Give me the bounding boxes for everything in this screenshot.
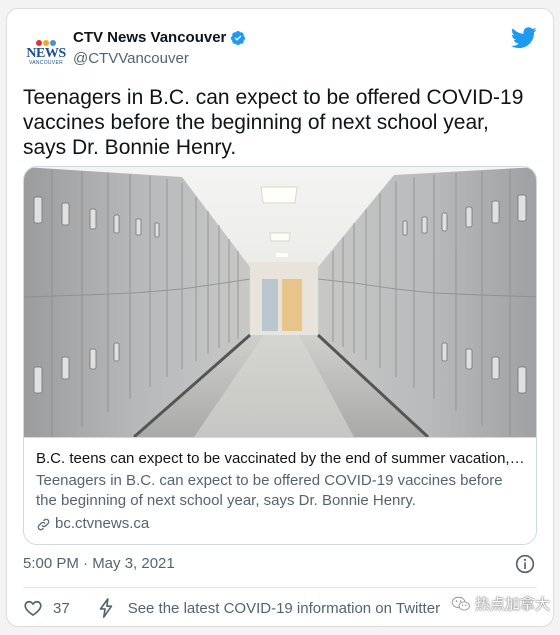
watermark: 热点加拿大 (451, 593, 550, 614)
avatar-logo-word: NEWS (26, 45, 66, 61)
twitter-bird-icon[interactable] (511, 27, 537, 49)
link-domain-row[interactable]: bc.ctvnews.ca (36, 514, 526, 534)
link-preview-card[interactable]: B.C. teens can expect to be vaccinated b… (23, 166, 537, 545)
covid-info-link[interactable]: See the latest COVID-19 information on T… (128, 600, 440, 617)
author-handle[interactable]: @CTVVancouver (73, 50, 246, 67)
info-icon[interactable] (515, 554, 535, 574)
wechat-icon (451, 596, 470, 611)
link-preview-info[interactable]: B.C. teens can expect to be vaccinated b… (24, 437, 536, 544)
link-title[interactable]: B.C. teens can expect to be vaccinated b… (36, 449, 526, 469)
author-name-row[interactable]: CTV News Vancouver (73, 28, 246, 47)
verified-badge-icon (231, 30, 246, 45)
lightning-bolt-icon (99, 598, 112, 618)
avatar[interactable]: NEWS VANCOUVER (25, 31, 67, 73)
tweet-card: NEWS VANCOUVER CTV News Vancouver @CTVVa… (6, 8, 554, 627)
author-info: CTV News Vancouver @CTVVancouver (73, 28, 246, 67)
like-button[interactable]: 37 (23, 598, 70, 618)
like-count: 37 (53, 599, 70, 617)
avatar-logo-sub: VANCOUVER (28, 59, 63, 66)
school-hallway-image[interactable] (24, 167, 537, 437)
link-icon (37, 518, 50, 530)
link-domain[interactable]: bc.ctvnews.ca (55, 514, 149, 534)
tweet-text: Teenagers in B.C. can expect to be offer… (23, 86, 524, 159)
watermark-text: 热点加拿大 (474, 596, 550, 613)
link-description: Teenagers in B.C. can expect to be offer… (36, 472, 503, 509)
author-display-name[interactable]: CTV News Vancouver (73, 29, 226, 46)
heart-icon[interactable] (23, 598, 43, 618)
tweet-actions: 37 See the latest COVID-19 information o… (23, 595, 440, 621)
tweet-timestamp[interactable]: 5:00 PM · May 3, 2021 (23, 555, 175, 572)
footer-divider (23, 587, 537, 588)
